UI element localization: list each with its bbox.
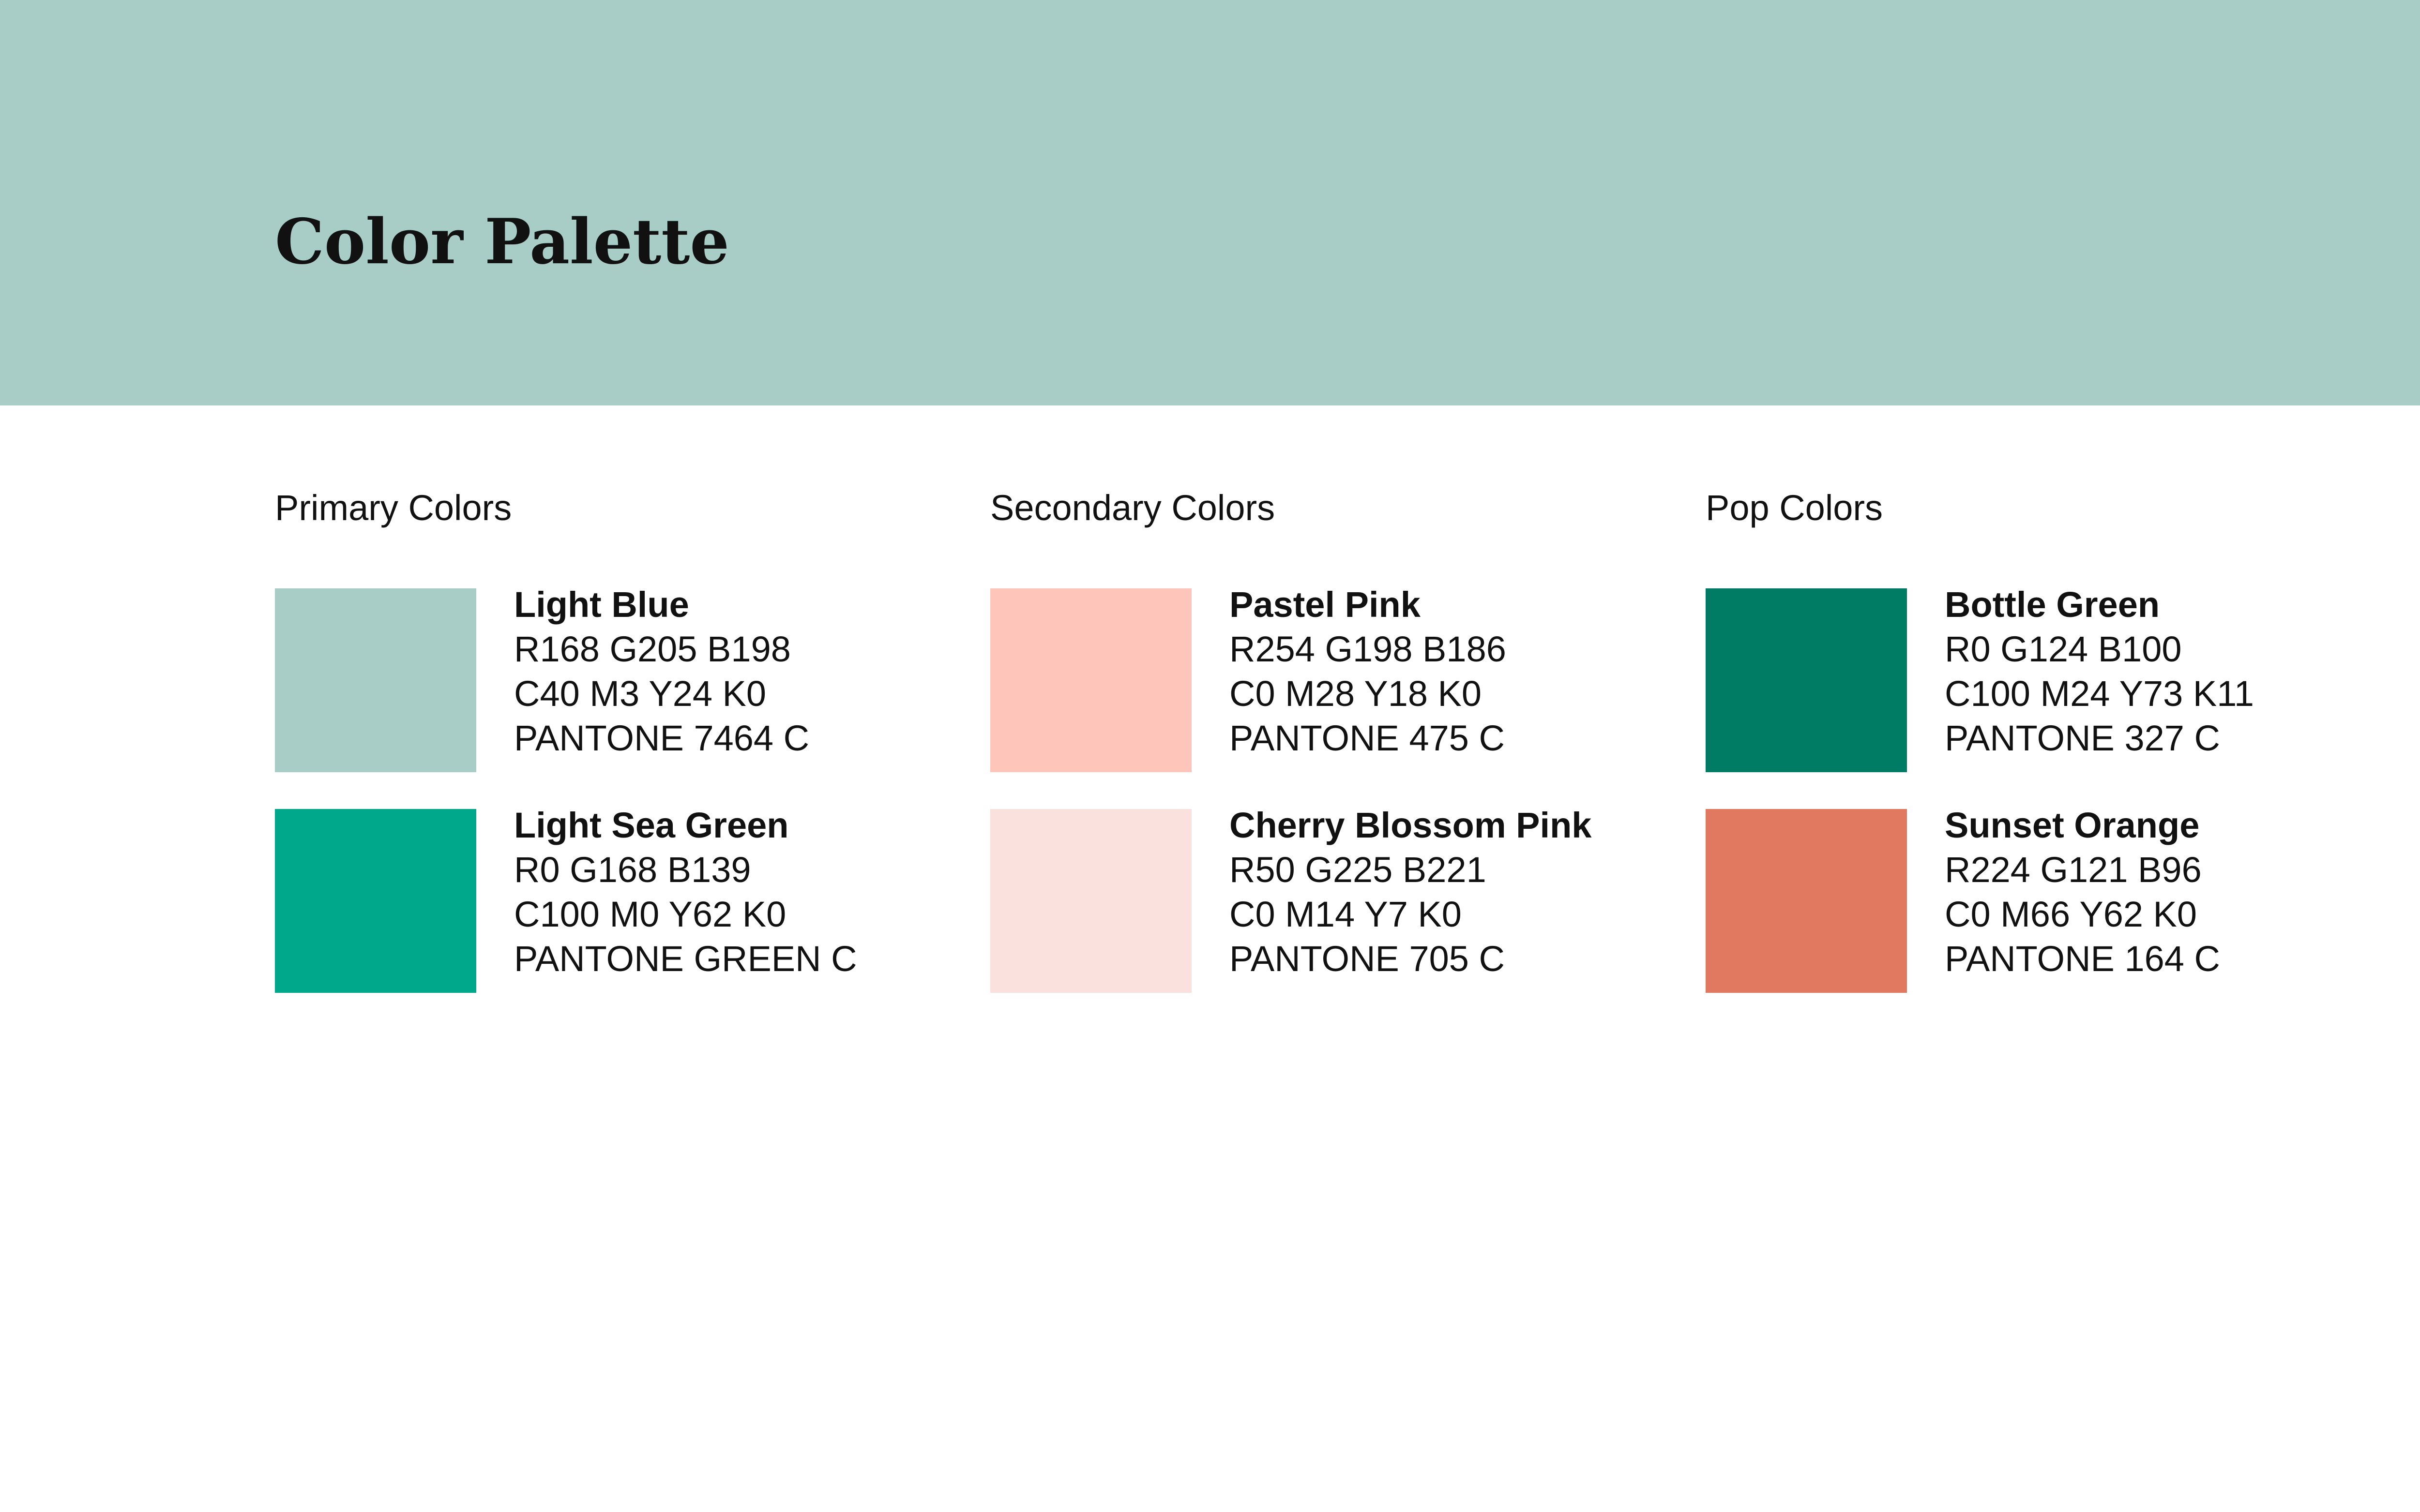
- color-rgb: R50 G225 B221: [1229, 850, 1486, 890]
- color-info: Light Blue R168 G205 B198 C40 M3 Y24 K0 …: [514, 583, 964, 761]
- color-name: Bottle Green: [1945, 584, 2160, 625]
- color-rgb: R254 G198 B186: [1229, 629, 1506, 669]
- color-item-light-blue: Light Blue R168 G205 B198 C40 M3 Y24 K0 …: [275, 584, 962, 772]
- color-info: Bottle Green R0 G124 B100 C100 M24 Y73 K…: [1945, 583, 2395, 761]
- color-info: Light Sea Green R0 G168 B139 C100 M0 Y62…: [514, 803, 964, 981]
- page-title: Color Palette: [275, 206, 729, 278]
- color-rgb: R224 G121 B96: [1945, 850, 2202, 890]
- group-title: Secondary Colors: [990, 488, 1275, 528]
- color-list: Bottle Green R0 G124 B100 C100 M24 Y73 K…: [1706, 584, 2393, 1030]
- color-group-secondary: Secondary Colors Pastel Pink R254 G198 B…: [990, 484, 1678, 993]
- color-rgb: R168 G205 B198: [514, 629, 791, 669]
- color-pantone: PANTONE 164 C: [1945, 939, 2220, 979]
- color-item-cherry-blossom-pink: Cherry Blossom Pink R50 G225 B221 C0 M14…: [990, 805, 1678, 993]
- color-info: Sunset Orange R224 G121 B96 C0 M66 Y62 K…: [1945, 803, 2395, 981]
- color-pantone: PANTONE 475 C: [1229, 718, 1505, 758]
- color-name: Pastel Pink: [1229, 584, 1421, 625]
- color-item-light-sea-green: Light Sea Green R0 G168 B139 C100 M0 Y62…: [275, 805, 962, 993]
- color-name: Cherry Blossom Pink: [1229, 805, 1592, 845]
- color-swatch: [1706, 588, 1907, 772]
- color-item-sunset-orange: Sunset Orange R224 G121 B96 C0 M66 Y62 K…: [1706, 805, 2393, 993]
- group-title: Primary Colors: [275, 488, 512, 528]
- color-swatch: [990, 588, 1192, 772]
- color-name: Light Blue: [514, 584, 689, 625]
- color-cmyk: C0 M28 Y18 K0: [1229, 674, 1482, 714]
- color-cmyk: C0 M66 Y62 K0: [1945, 894, 2197, 934]
- color-cmyk: C40 M3 Y24 K0: [514, 674, 767, 714]
- color-cmyk: C0 M14 Y7 K0: [1229, 894, 1462, 934]
- color-list: Pastel Pink R254 G198 B186 C0 M28 Y18 K0…: [990, 584, 1678, 1030]
- color-rgb: R0 G124 B100: [1945, 629, 2182, 669]
- color-info: Pastel Pink R254 G198 B186 C0 M28 Y18 K0…: [1229, 583, 1679, 761]
- color-group-primary: Primary Colors Light Blue R168 G205 B198…: [275, 484, 962, 993]
- color-swatch: [1706, 809, 1907, 993]
- color-item-pastel-pink: Pastel Pink R254 G198 B186 C0 M28 Y18 K0…: [990, 584, 1678, 772]
- color-swatch: [275, 588, 476, 772]
- color-name: Sunset Orange: [1945, 805, 2200, 845]
- color-rgb: R0 G168 B139: [514, 850, 751, 890]
- color-name: Light Sea Green: [514, 805, 789, 845]
- color-pantone: PANTONE GREEN C: [514, 939, 857, 979]
- color-item-bottle-green: Bottle Green R0 G124 B100 C100 M24 Y73 K…: [1706, 584, 2393, 772]
- color-pantone: PANTONE 7464 C: [514, 718, 810, 758]
- color-list: Light Blue R168 G205 B198 C40 M3 Y24 K0 …: [275, 584, 962, 1030]
- color-info: Cherry Blossom Pink R50 G225 B221 C0 M14…: [1229, 803, 1679, 981]
- color-swatch: [275, 809, 476, 993]
- color-pantone: PANTONE 705 C: [1229, 939, 1505, 979]
- color-group-pop: Pop Colors Bottle Green R0 G124 B100 C10…: [1706, 484, 2393, 993]
- color-swatch: [990, 809, 1192, 993]
- color-cmyk: C100 M24 Y73 K11: [1945, 674, 2254, 714]
- header-banner: Color Palette: [0, 0, 2420, 405]
- color-cmyk: C100 M0 Y62 K0: [514, 894, 786, 934]
- color-pantone: PANTONE 327 C: [1945, 718, 2220, 758]
- group-title: Pop Colors: [1706, 488, 1883, 528]
